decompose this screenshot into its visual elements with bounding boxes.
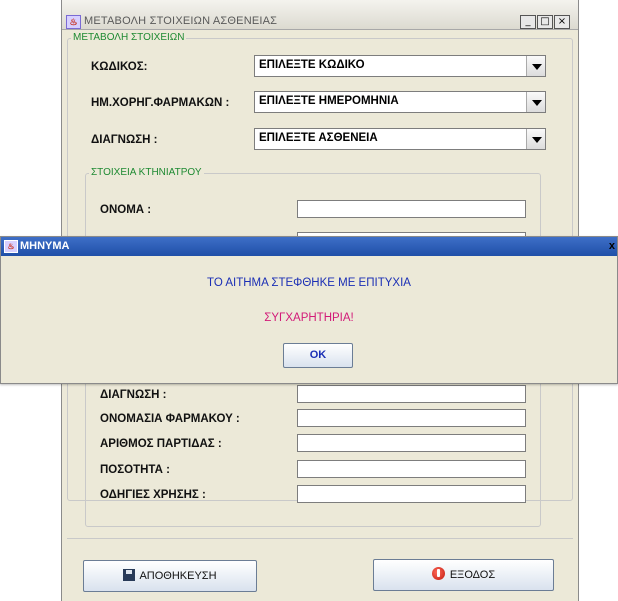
diagnosis-select[interactable]: ΕΠΙΛΕΞΤΕ ΑΣΘΕΝΕΙΑ [254,128,546,150]
batch-number-field[interactable] [297,434,526,452]
name-field[interactable] [297,200,526,218]
change-group-legend: ΜΕΤΑΒΟΛΗ ΣΤΟΙΧΕΙΩΝ [73,32,185,43]
maximize-button[interactable]: □ [537,15,553,29]
message-dialog: ♨ ΜΗΝΥΜΑ x ΤΟ ΑΙΤΗΜΑ ΣΤΕΦΘΗΚΕ ΜΕ ΕΠΙΤΥΧΙ… [0,236,618,384]
close-button[interactable]: × [554,15,570,29]
quantity-field[interactable] [297,460,526,478]
window-controls: _ □ × [519,15,570,29]
diagnosis-label: ΔΙΑΓΝΩΣΗ : [91,134,158,146]
floppy-disk-icon [123,569,136,581]
vet-diagnosis-field[interactable] [297,385,526,403]
date-select[interactable]: ΕΠΙΛΕΞΤΕ ΗΜΕΡΟΜΗΝΙΑ [254,91,546,113]
diagnosis-select-value: ΕΠΙΛΕΞΤΕ ΑΣΘΕΝΕΙΑ [259,132,378,144]
java-app-icon: ♨ [4,240,18,253]
quantity-label: ΠΟΣΟΤΗΤΑ : [100,464,170,476]
save-button[interactable]: ΑΠΟΘΗΚΕΥΣΗ [83,560,257,592]
vet-group-legend: ΣΤΟΙΧΕΙΑ ΚΤΗΝΙΑΤΡΟΥ [91,167,202,178]
dialog-title: ΜΗΝΥΜΑ [20,240,70,252]
drug-name-field[interactable] [297,409,526,427]
chevron-down-icon[interactable] [526,92,545,112]
code-label: ΚΩΔΙΚΟΣ: [91,61,148,73]
exit-button-label: ΕΞΟΔΟΣ [449,569,496,581]
power-icon [431,567,445,580]
footer-divider [67,538,573,539]
dialog-close-button[interactable]: x [609,240,615,252]
exit-button[interactable]: ΕΞΟΔΟΣ [373,559,554,591]
chevron-down-icon[interactable] [526,56,545,76]
drug-name-label: ΟΝΟΜΑΣΙΑ ΦΑΡΜΑΚΟΥ : [100,413,240,425]
java-app-icon: ♨ [66,15,81,29]
minimize-button[interactable]: _ [520,15,536,29]
date-label: ΗΜ.ΧΟΡΗΓ.ΦΑΡΜΑΚΩΝ : [91,97,230,109]
name-label: ΟΝΟΜΑ : [100,204,152,216]
code-select-value: ΕΠΙΛΕΞΤΕ ΚΩΔΙΚΟ [259,59,365,71]
congrats-message: ΣΥΓΧΑΡΗΤΗΡΙΑ! [264,312,354,324]
instructions-label: ΟΔΗΓΙΕΣ ΧΡΗΣΗΣ : [100,489,206,501]
title-bar[interactable]: ♨ ΜΕΤΑΒΟΛΗ ΣΤΟΙΧΕΙΩΝ ΑΣΘΕΝΕΙΑΣ _ □ × [62,0,578,30]
instructions-field[interactable] [297,485,526,503]
date-select-value: ΕΠΙΛΕΞΤΕ ΗΜΕΡΟΜΗΝΙΑ [259,95,399,107]
code-select[interactable]: ΕΠΙΛΕΞΤΕ ΚΩΔΙΚΟ [254,55,546,77]
chevron-down-icon[interactable] [526,129,545,149]
vet-diagnosis-label: ΔΙΑΓΝΩΣΗ : [100,389,167,401]
save-button-label: ΑΠΟΘΗΚΕΥΣΗ [139,570,217,582]
window-title: ΜΕΤΑΒΟΛΗ ΣΤΟΙΧΕΙΩΝ ΑΣΘΕΝΕΙΑΣ [84,15,278,27]
dialog-title-bar[interactable]: ♨ ΜΗΝΥΜΑ x [1,237,617,256]
batch-number-label: ΑΡΙΘΜΟΣ ΠΑΡΤΙΔΑΣ : [100,438,222,450]
ok-button[interactable]: OK [283,343,353,368]
success-message: ΤΟ ΑΙΤΗΜΑ ΣΤΕΦΘΗΚΕ ΜΕ ΕΠΙΤΥΧΙΑ [207,277,411,289]
